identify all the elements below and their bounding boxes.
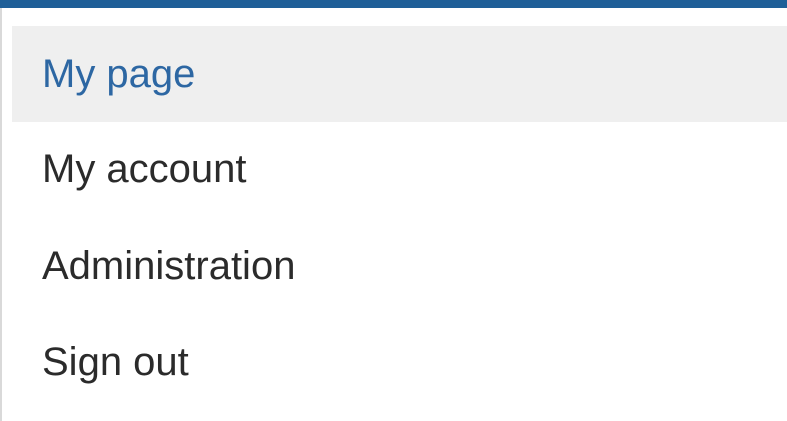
top-accent-bar [0, 0, 787, 8]
menu-item-label: Administration [42, 243, 296, 288]
menu-item-my-page[interactable]: My page [12, 26, 787, 122]
menu-item-my-account[interactable]: My account [12, 121, 787, 217]
account-dropdown-menu: My page My account Administration Sign o… [0, 8, 787, 421]
menu-item-label: My account [42, 146, 247, 191]
menu-item-label: My page [42, 51, 196, 96]
menu-item-sign-out[interactable]: Sign out [12, 314, 787, 410]
menu-item-label: Sign out [42, 339, 189, 384]
menu-item-administration[interactable]: Administration [12, 218, 787, 314]
